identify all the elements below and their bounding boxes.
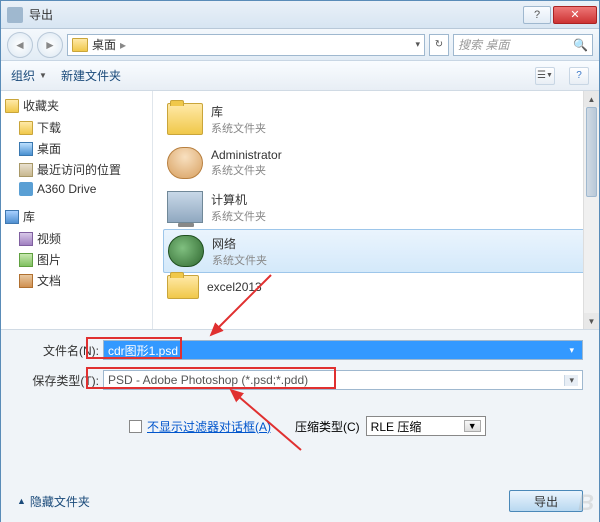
scroll-thumb[interactable] (586, 107, 597, 197)
document-icon (19, 274, 33, 288)
sidebar-item-videos[interactable]: 视频 (5, 228, 148, 249)
list-item[interactable]: excel2013 (163, 273, 589, 301)
image-icon (19, 253, 33, 267)
sidebar: 收藏夹 下载 桌面 最近访问的位置 A360 Drive 库 视频 图片 文档 (1, 91, 153, 329)
filter-checkbox-label[interactable]: 不显示过滤器对话框(A) (147, 418, 271, 435)
star-icon (5, 99, 19, 113)
watermark: B (578, 490, 594, 516)
toolbar: 组织 ▼ 新建文件夹 ☰ ▼ ? (1, 61, 599, 91)
sidebar-libraries[interactable]: 库 (5, 208, 148, 225)
hide-folders-button[interactable]: ▲ 隐藏文件夹 (17, 493, 90, 510)
nav-back-button[interactable]: ◄ (7, 32, 33, 58)
network-icon (168, 235, 204, 267)
new-folder-button[interactable]: 新建文件夹 (61, 67, 121, 84)
list-item[interactable]: 库系统文件夹 (163, 97, 589, 141)
close-button[interactable]: ✕ (553, 6, 597, 24)
compress-select[interactable]: RLE 压缩 ▼ (366, 416, 486, 436)
folder-icon (167, 275, 199, 299)
nav-forward-button[interactable]: ► (37, 32, 63, 58)
breadcrumb-sep: ▸ (120, 38, 126, 52)
titlebar: 导出 ? ✕ (1, 1, 599, 29)
desktop-icon (19, 142, 33, 156)
list-item[interactable]: Administrator系统文件夹 (163, 141, 589, 185)
folder-icon (72, 38, 88, 52)
breadcrumb[interactable]: 桌面 (92, 36, 116, 53)
computer-icon (167, 191, 203, 223)
sidebar-item-a360[interactable]: A360 Drive (5, 180, 148, 198)
search-icon: 🔍 (573, 38, 588, 52)
form-panel: 文件名(N): cdr图形1.psd ▾ 保存类型(T): PSD - Adob… (1, 329, 599, 522)
chevron-down-icon[interactable]: ▾ (565, 345, 578, 356)
cloud-icon (19, 182, 33, 196)
scroll-up-icon[interactable]: ▲ (584, 91, 599, 107)
window-title: 导出 (29, 6, 523, 23)
export-button[interactable]: 导出 (509, 490, 583, 512)
chevron-down-icon: ▼ (39, 71, 47, 80)
address-bar[interactable]: 桌面 ▸ ▾ (67, 34, 425, 56)
address-dropdown-icon[interactable]: ▾ (415, 39, 420, 50)
sidebar-item-desktop[interactable]: 桌面 (5, 138, 148, 159)
help-button[interactable]: ? (523, 6, 551, 24)
refresh-button[interactable]: ↻ (429, 34, 449, 56)
compress-label: 压缩类型(C) (295, 418, 360, 435)
video-icon (19, 232, 33, 246)
chevron-up-icon: ▲ (17, 496, 26, 506)
list-item[interactable]: 计算机系统文件夹 (163, 185, 589, 229)
folder-icon (19, 121, 33, 135)
navbar: ◄ ► 桌面 ▸ ▾ ↻ 搜索 桌面 🔍 (1, 29, 599, 61)
user-icon (167, 147, 203, 179)
list-item-selected[interactable]: 网络系统文件夹 (163, 229, 589, 273)
library-icon (167, 103, 203, 135)
search-input[interactable]: 搜索 桌面 🔍 (453, 34, 593, 56)
library-icon (5, 210, 19, 224)
sidebar-favorites[interactable]: 收藏夹 (5, 97, 148, 114)
app-icon (7, 7, 23, 23)
filetype-select[interactable]: PSD - Adobe Photoshop (*.psd;*.pdd) ▾ (103, 370, 583, 390)
organize-button[interactable]: 组织 ▼ (11, 67, 47, 84)
file-list[interactable]: 库系统文件夹 Administrator系统文件夹 计算机系统文件夹 网络系统文… (153, 91, 599, 329)
recent-icon (19, 163, 33, 177)
filetype-label: 保存类型(T): (17, 372, 99, 389)
help-toolbar-button[interactable]: ? (569, 67, 589, 85)
sidebar-item-recent[interactable]: 最近访问的位置 (5, 159, 148, 180)
filename-label: 文件名(N): (17, 342, 99, 359)
scrollbar[interactable]: ▲ ▼ (583, 91, 599, 329)
sidebar-item-images[interactable]: 图片 (5, 249, 148, 270)
sidebar-item-docs[interactable]: 文档 (5, 270, 148, 291)
view-button[interactable]: ☰ ▼ (535, 67, 555, 85)
chevron-down-icon[interactable]: ▼ (464, 420, 481, 432)
scroll-down-icon[interactable]: ▼ (584, 313, 599, 329)
search-placeholder: 搜索 桌面 (458, 36, 509, 53)
filter-checkbox[interactable] (129, 420, 142, 433)
chevron-down-icon[interactable]: ▾ (564, 375, 578, 386)
filename-input[interactable]: cdr图形1.psd ▾ (103, 340, 583, 360)
sidebar-item-downloads[interactable]: 下载 (5, 117, 148, 138)
